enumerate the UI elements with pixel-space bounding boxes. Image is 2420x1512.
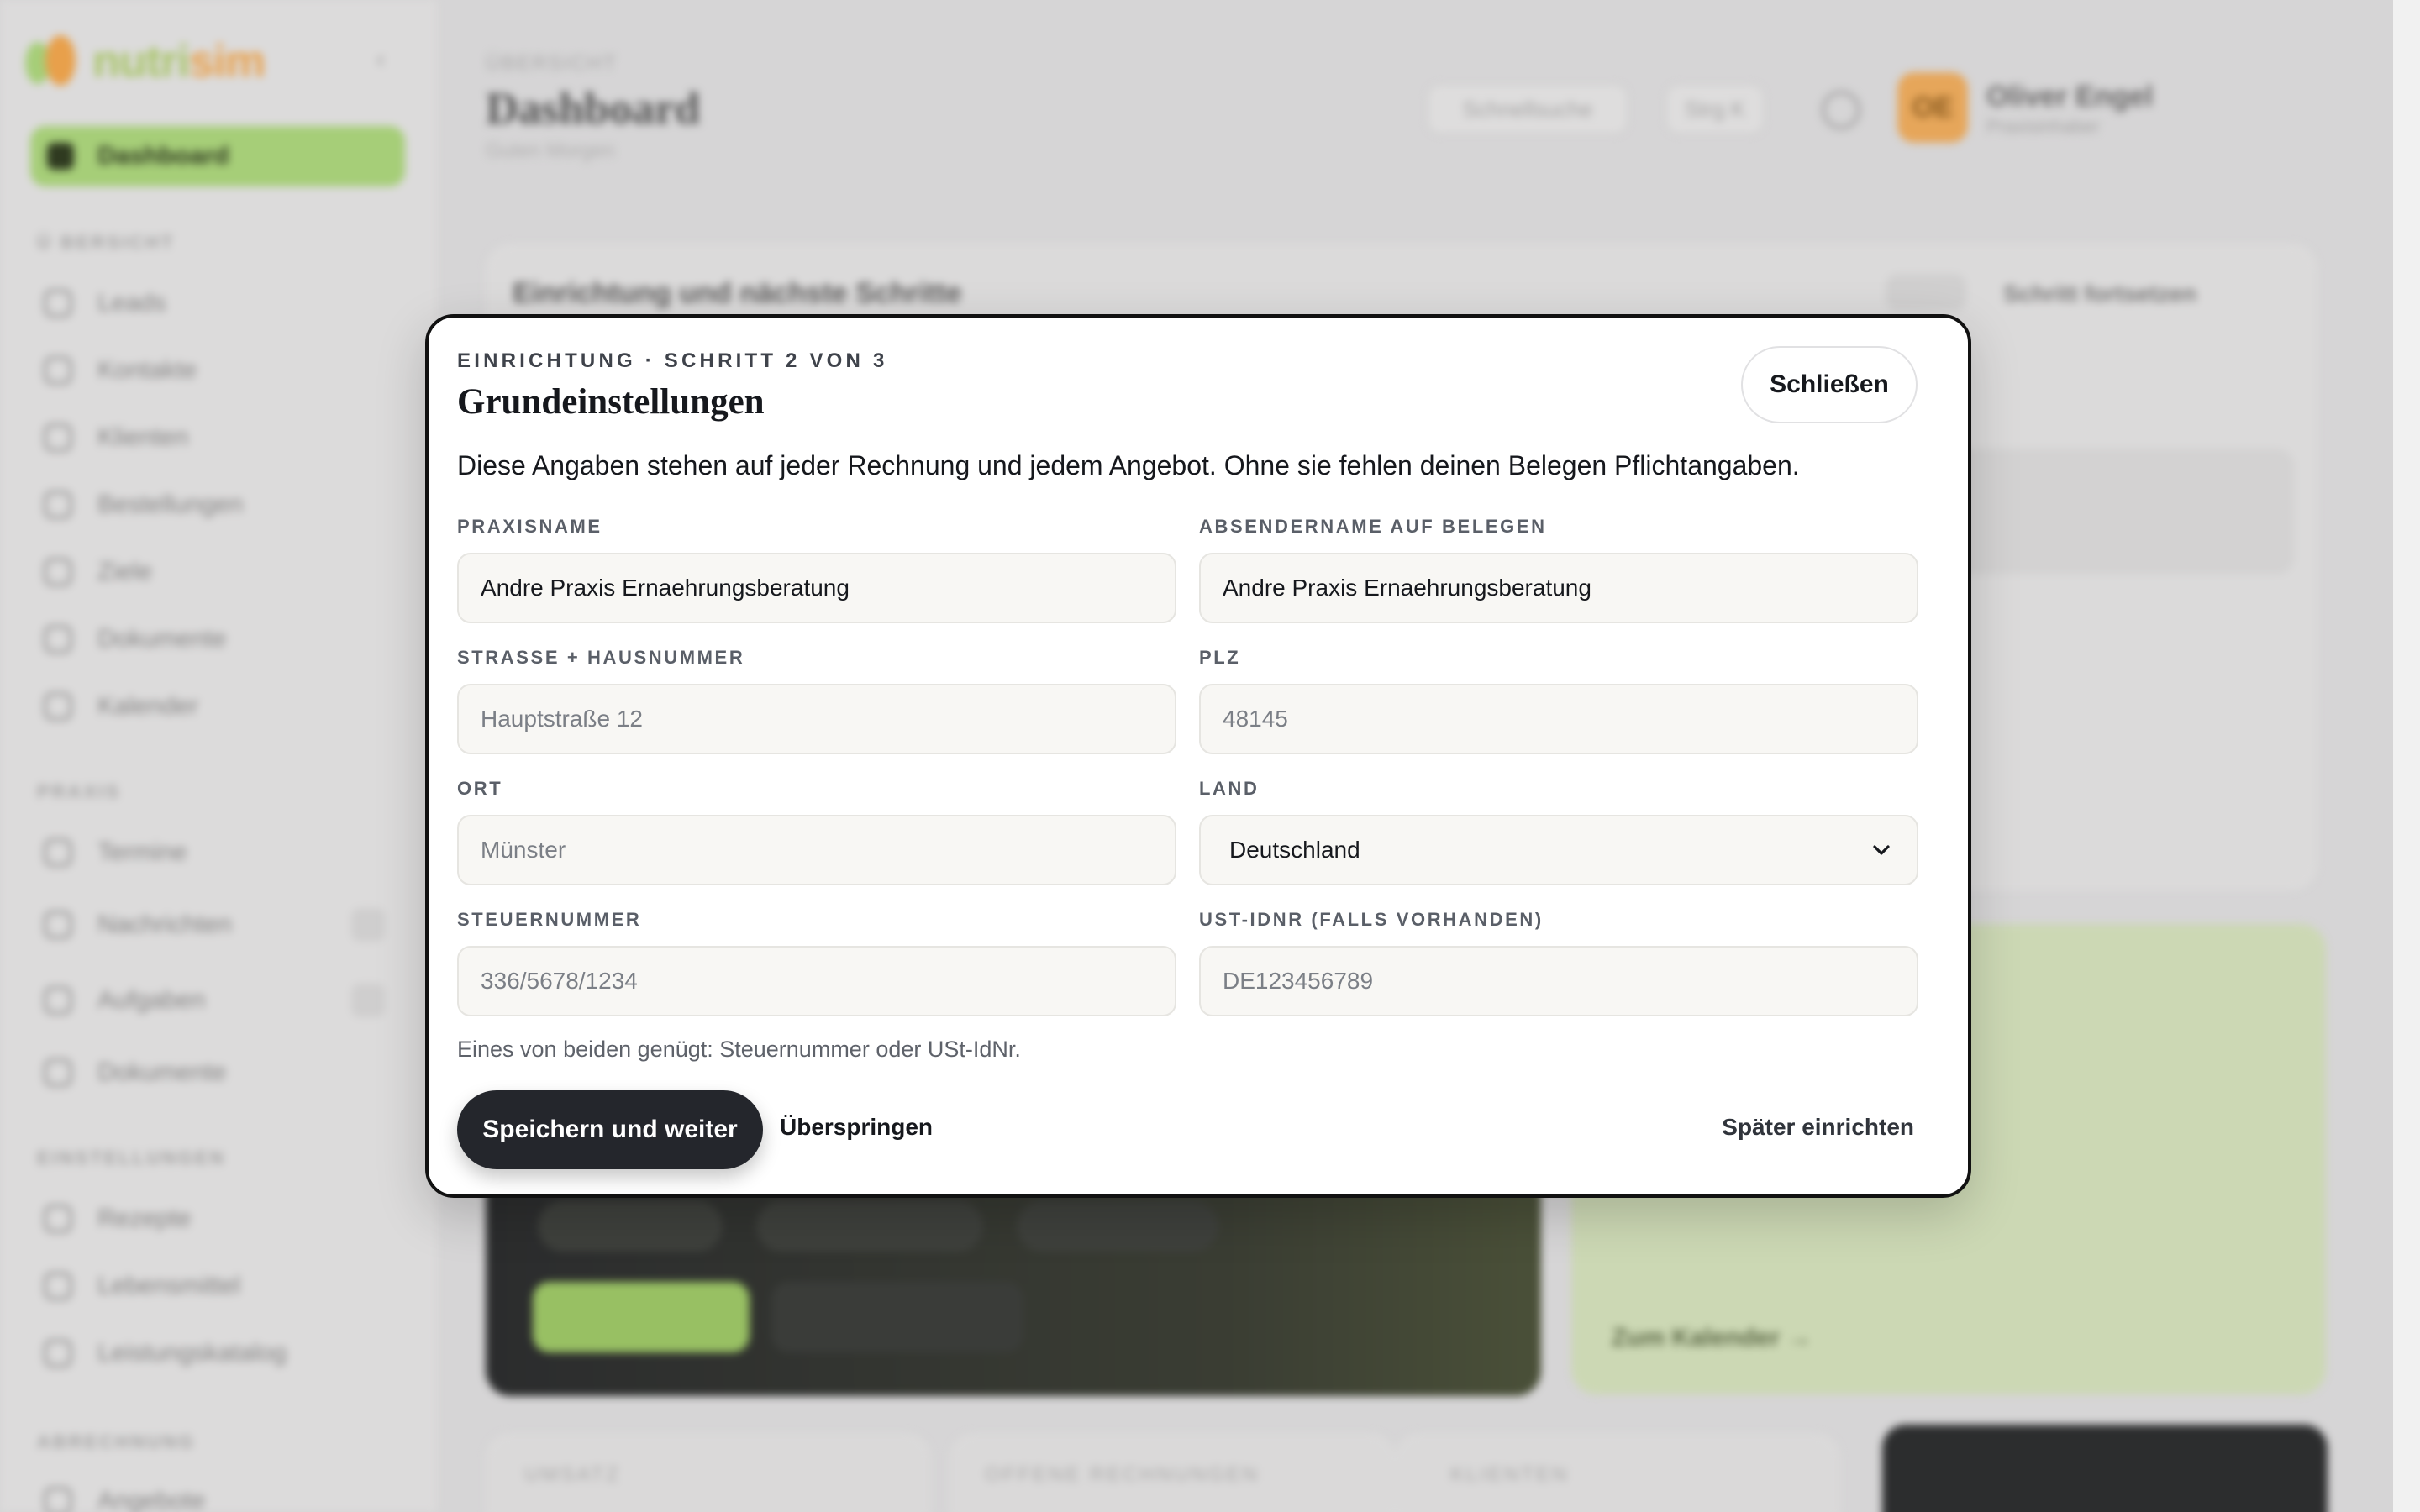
avatar[interactable]: OE xyxy=(1897,72,1968,143)
contacts-icon xyxy=(44,356,72,385)
page-caption: Guten Morgen xyxy=(486,139,615,162)
messages-icon xyxy=(44,911,72,939)
absendername-label: ABSENDERNAME AUF BELEGEN xyxy=(1199,516,1547,537)
goals-icon xyxy=(44,558,72,586)
sidebar-item[interactable]: Angebote xyxy=(44,1480,205,1512)
brand-name: nutrisim xyxy=(92,36,266,87)
sidebar-item[interactable]: Bestellungen xyxy=(44,484,243,526)
sidebar-item[interactable]: Leads xyxy=(44,282,166,324)
ort-label: ORT xyxy=(457,778,503,799)
absendername-input[interactable]: Andre Praxis Ernaehrungsberatung xyxy=(1199,553,1918,623)
dashboard-icon xyxy=(47,143,74,170)
sidebar-item[interactable]: Ziele xyxy=(44,551,152,593)
sidebar-item[interactable]: Lebensmittel xyxy=(44,1265,240,1307)
food-icon xyxy=(44,1272,72,1300)
stat-label: OFFENE RECHNUNGEN xyxy=(985,1463,1260,1486)
count-badge xyxy=(351,984,385,1017)
leads-icon xyxy=(44,289,72,318)
sidebar-item[interactable]: Leistungskatalog xyxy=(44,1332,287,1374)
sidebar-section-label: PRAXIS xyxy=(37,781,121,802)
documents-icon xyxy=(44,625,72,654)
brand-logo: nutrisim xyxy=(25,32,266,91)
sidebar-item[interactable]: Kontakte xyxy=(44,349,197,391)
page-eyebrow: ÜBERSICHT xyxy=(486,52,618,75)
land-select[interactable]: Deutschland xyxy=(1199,815,1918,885)
tax-hint: Eines von beiden genügt: Steuernummer od… xyxy=(457,1037,1021,1062)
chevron-down-icon xyxy=(1873,838,1890,862)
setup-continue-link[interactable]: Schritt fortsetzen xyxy=(2003,281,2196,307)
sidebar-item[interactable]: Termine xyxy=(44,832,187,874)
close-button[interactable]: Schließen xyxy=(1741,346,1918,423)
hero-secondary-button[interactable] xyxy=(771,1282,1023,1352)
setup-progress-chip xyxy=(1886,274,1966,311)
hero-chip xyxy=(538,1201,723,1252)
clients-icon xyxy=(44,423,72,452)
steuernummer-input[interactable]: 336/5678/1234 xyxy=(457,946,1176,1016)
notification-icon[interactable] xyxy=(1822,91,1860,129)
sidebar-item[interactable]: Klienten xyxy=(44,417,188,459)
stat-label: UMSATZ xyxy=(524,1463,621,1486)
setup-step-card[interactable] xyxy=(1933,449,2294,575)
sidebar-item-dashboard[interactable]: Dashboard xyxy=(30,126,405,186)
sidebar-item[interactable]: Kalender xyxy=(44,685,198,727)
documents-icon xyxy=(44,1058,72,1087)
land-select-value: Deutschland xyxy=(1229,837,1360,863)
calendar-link[interactable]: Zum Kalender → xyxy=(1612,1324,1812,1352)
ustidnr-input[interactable]: DE123456789 xyxy=(1199,946,1918,1016)
sidebar: nutrisim ‹ Dashboard Ü BERSICHT Leads Ko… xyxy=(0,0,437,1512)
stat-label: KLIENTEN xyxy=(1450,1463,1570,1486)
count-badge xyxy=(351,908,385,942)
skip-button[interactable]: Überspringen xyxy=(780,1114,933,1141)
setup-later-button[interactable]: Später einrichten xyxy=(1722,1114,1914,1141)
hero-primary-button[interactable] xyxy=(533,1282,750,1352)
sidebar-item[interactable]: Dokumente xyxy=(44,618,226,660)
plz-label: PLZ xyxy=(1199,647,1241,668)
plz-input[interactable]: 48145 xyxy=(1199,684,1918,754)
stat-card-dark xyxy=(1882,1425,2328,1512)
quick-search-button[interactable]: Schnellsuche xyxy=(1427,84,1628,134)
ustidnr-label: UST-IDNR (FALLS VORHANDEN) xyxy=(1199,909,1544,930)
steuernummer-label: STEUERNUMMER xyxy=(457,909,642,930)
modal-description: Diese Angaben stehen auf jeder Rechnung … xyxy=(457,450,1800,480)
sidebar-section-label: Ü BERSICHT xyxy=(37,232,176,253)
page-scrollbar[interactable] xyxy=(2393,0,2420,1512)
catalog-icon xyxy=(44,1339,72,1368)
recipes-icon xyxy=(44,1205,72,1233)
save-and-continue-button[interactable]: Speichern und weiter xyxy=(457,1090,763,1169)
user-name: Oliver Engel xyxy=(1986,81,2154,113)
praxisname-input[interactable]: Andre Praxis Ernaehrungsberatung xyxy=(457,553,1176,623)
sidebar-item[interactable]: Rezepte xyxy=(44,1198,192,1240)
calendar-icon xyxy=(44,692,72,721)
setup-card-title: Einrichtung und nächste Schritte xyxy=(513,277,962,309)
ort-input[interactable]: Münster xyxy=(457,815,1176,885)
sidebar-collapse-icon[interactable]: ‹ xyxy=(361,40,400,79)
offers-icon xyxy=(44,1487,72,1512)
setup-modal: EINRICHTUNG · SCHRITT 2 VON 3 Grundeinst… xyxy=(425,314,1971,1198)
land-label: LAND xyxy=(1199,778,1260,799)
hero-chip xyxy=(1017,1201,1218,1252)
strasse-label: STRASSE + HAUSNUMMER xyxy=(457,647,745,668)
sidebar-item[interactable]: Aufgaben xyxy=(44,979,385,1021)
brand-mark-icon xyxy=(25,35,81,87)
sidebar-item[interactable]: Nachrichten xyxy=(44,904,385,946)
modal-title: Grundeinstellungen xyxy=(457,382,765,422)
page-title: Dashboard xyxy=(486,83,701,134)
strasse-input[interactable]: Hauptstraße 12 xyxy=(457,684,1176,754)
sidebar-item[interactable]: Dokumente xyxy=(44,1052,226,1094)
hero-chip xyxy=(756,1201,983,1252)
orders-icon xyxy=(44,491,72,519)
praxisname-label: PRAXISNAME xyxy=(457,516,602,537)
appointments-icon xyxy=(44,838,72,867)
sidebar-section-label: ABRECHNUNG xyxy=(37,1431,196,1452)
tasks-icon xyxy=(44,986,72,1015)
shortcut-hint: Strg K xyxy=(1665,84,1765,134)
user-role: Praxisinhaber xyxy=(1986,116,2100,137)
step-indicator: EINRICHTUNG · SCHRITT 2 VON 3 xyxy=(457,349,888,372)
sidebar-section-label: EINSTELLUNGEN xyxy=(37,1147,226,1168)
